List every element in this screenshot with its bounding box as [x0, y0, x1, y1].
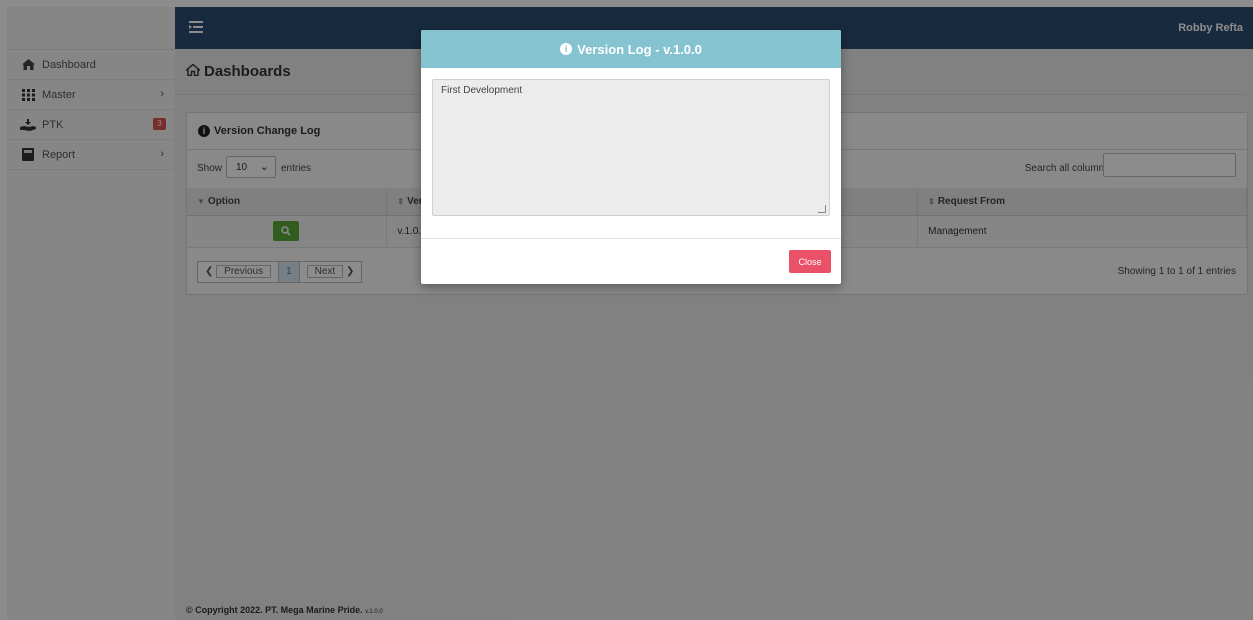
close-button[interactable]: Close	[789, 250, 831, 273]
version-notes-textarea[interactable]: First Development	[432, 79, 830, 216]
version-notes-text: First Development	[441, 85, 523, 96]
version-log-modal: i Version Log - v.1.0.0 First Developmen…	[421, 30, 841, 284]
modal-header: i Version Log - v.1.0.0	[421, 30, 841, 68]
info-icon: i	[560, 43, 573, 55]
modal-title: Version Log - v.1.0.0	[577, 41, 702, 57]
modal-body: First Development	[421, 68, 841, 239]
resize-handle-icon[interactable]	[818, 205, 826, 213]
